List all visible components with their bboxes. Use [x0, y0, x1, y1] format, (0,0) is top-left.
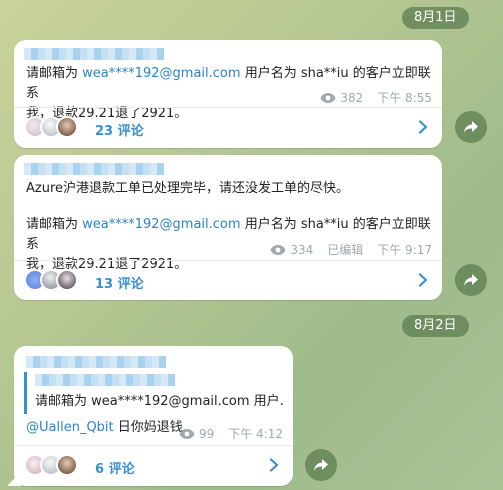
- share-arrow-icon: [314, 459, 328, 471]
- message-meta: 334 已编辑 下午 9:17: [270, 241, 432, 258]
- forward-button[interactable]: [305, 449, 337, 481]
- view-count: 99: [198, 426, 215, 441]
- edited-label: 已编辑: [327, 243, 364, 257]
- sender-name-blurred: [24, 48, 164, 60]
- message-bubble: 请邮箱为 wea****192@gmail.com 用户名为 sha**iu 的…: [14, 40, 442, 148]
- comments-count[interactable]: 23 评论: [95, 120, 144, 139]
- quoted-text: 请邮箱为 wea****192@gmail.com 用户…: [35, 394, 285, 409]
- avatar: [56, 116, 78, 138]
- share-arrow-icon: [464, 121, 478, 133]
- avatar: [56, 454, 78, 476]
- comments-bar[interactable]: 23 评论: [14, 108, 442, 148]
- message-time: 下午 9:17: [377, 243, 432, 257]
- commenter-avatars: [24, 116, 78, 138]
- chevron-right-icon[interactable]: [416, 120, 430, 134]
- eye-icon: [270, 244, 286, 255]
- chevron-right-icon[interactable]: [267, 458, 281, 472]
- message-bubble: Azure沪港退款工单已处理完毕，请还没发工单的尽快。 请邮箱为 wea****…: [14, 155, 442, 300]
- commenter-avatars: [24, 269, 78, 291]
- share-arrow-icon: [464, 274, 478, 286]
- user-mention[interactable]: @Uallen_Qbit: [26, 420, 114, 435]
- sender-name-blurred: [26, 356, 166, 368]
- comments-bar[interactable]: 13 评论: [14, 261, 442, 301]
- message-bubble: 请邮箱为 wea****192@gmail.com 用户… @Uallen_Qb…: [14, 346, 293, 486]
- message-time: 下午 4:12: [228, 427, 283, 441]
- date-separator: 8月1日: [402, 7, 469, 29]
- email-link[interactable]: wea****192@gmail.com: [82, 217, 240, 232]
- email-link[interactable]: wea****192@gmail.com: [82, 66, 240, 81]
- avatar: [56, 269, 78, 291]
- quoted-sender-blurred: [35, 374, 175, 386]
- view-count: 382: [340, 90, 364, 105]
- comments-bar[interactable]: 6 评论: [14, 446, 293, 486]
- message-time: 下午 8:55: [377, 91, 432, 105]
- message-meta: 99 下午 4:12: [179, 425, 283, 442]
- forward-button[interactable]: [455, 264, 487, 296]
- view-count: 334: [290, 242, 314, 257]
- message-intro: Azure沪港退款工单已处理完毕，请还没发工单的尽快。: [26, 181, 350, 196]
- reply-quote[interactable]: 请邮箱为 wea****192@gmail.com 用户…: [24, 372, 285, 414]
- eye-icon: [320, 92, 336, 103]
- forward-button[interactable]: [455, 111, 487, 143]
- message-meta: 382 下午 8:55: [320, 89, 432, 106]
- comments-count[interactable]: 6 评论: [95, 458, 135, 477]
- eye-icon: [179, 428, 195, 439]
- date-separator: 8月2日: [402, 315, 469, 337]
- sender-name-blurred: [24, 163, 164, 175]
- commenter-avatars: [24, 454, 78, 476]
- chevron-right-icon[interactable]: [416, 273, 430, 287]
- comments-count[interactable]: 13 评论: [95, 273, 144, 292]
